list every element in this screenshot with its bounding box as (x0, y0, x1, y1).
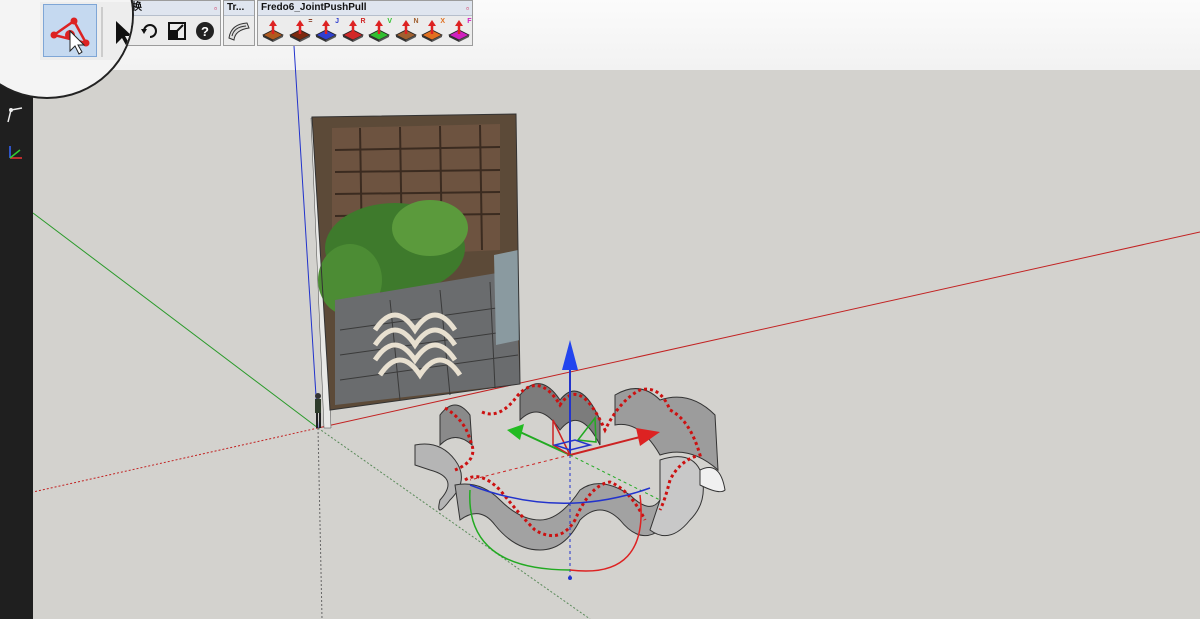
mode-letter: N (413, 18, 419, 25)
joint-push-pull-icon-1[interactable] (261, 19, 285, 43)
joint-push-pull-icon-4[interactable]: R (341, 18, 366, 43)
mode-letter: J (335, 18, 339, 25)
rotate-icon[interactable] (138, 19, 162, 43)
scale-icon[interactable] (165, 19, 189, 43)
mode-letter: V (387, 18, 392, 25)
svg-text:?: ? (201, 24, 209, 39)
green-axis (32, 212, 319, 429)
joint-push-pull-icon-5[interactable]: V (367, 18, 392, 43)
mode-letter: F (467, 18, 472, 25)
red-axis-negative (32, 427, 319, 493)
sketchup-viewport[interactable] (0, 0, 1200, 619)
curve-tool-icon[interactable] (227, 19, 251, 43)
select-arrow-icon[interactable] (114, 20, 132, 53)
joint-push-pull-icon-6[interactable]: N (394, 18, 419, 43)
fredo6-joint-push-pull-toolbar: Fredo6_JointPushPull ▫ = J R V N X F (257, 0, 473, 46)
blue-axis (293, 45, 319, 429)
line-icon[interactable] (2, 102, 28, 128)
mode-letter: R (360, 18, 366, 25)
joint-push-pull-icon-3[interactable]: J (314, 18, 339, 43)
axes-icon[interactable] (2, 140, 28, 166)
close-icon[interactable]: ▫ (214, 2, 217, 15)
photo-image (312, 114, 520, 410)
blue-axis-negative (317, 427, 323, 619)
joint-push-pull-icon-2[interactable]: = (288, 18, 313, 43)
vertex-edit-button[interactable] (43, 4, 97, 57)
help-icon[interactable]: ? (193, 19, 217, 43)
mode-letter: = (308, 18, 313, 25)
model-canvas[interactable] (0, 0, 1200, 619)
tr-toolbar-title: Tr... (224, 1, 254, 16)
joint-push-pull-icon-7[interactable]: X (420, 18, 445, 43)
fredo6-toolbar-title: Fredo6_JointPushPull ▫ (258, 1, 472, 16)
mode-letter: X (440, 18, 445, 25)
vertex-edit-icon (50, 17, 90, 55)
close-icon[interactable]: ▫ (466, 2, 469, 15)
separator (101, 7, 103, 57)
joint-push-pull-icon-8[interactable]: F (447, 18, 472, 43)
tr-toolbar: Tr... (223, 0, 255, 46)
